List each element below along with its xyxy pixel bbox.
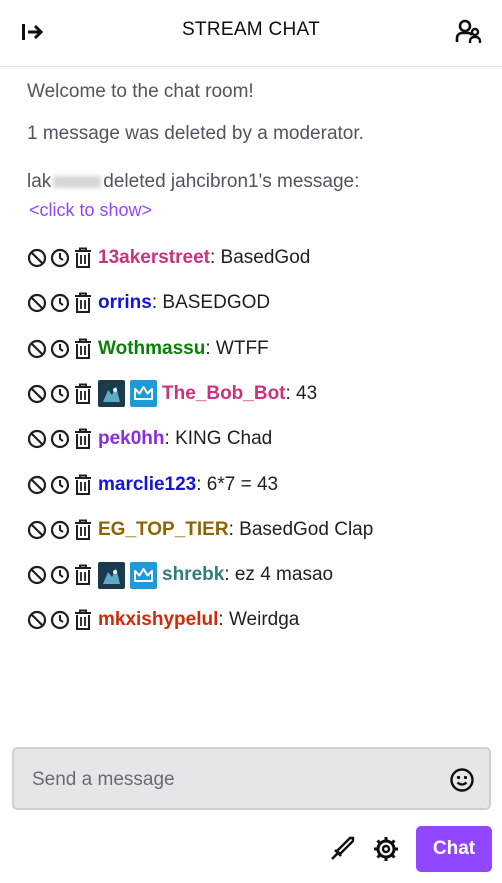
- timeout-clock-icon[interactable]: [50, 338, 70, 360]
- timeout-clock-icon[interactable]: [50, 292, 70, 314]
- chat-username[interactable]: mkxishypelul: [98, 609, 218, 631]
- chat-message: marclie123: 6*7 = 43: [27, 470, 278, 500]
- sword-icon[interactable]: [327, 834, 357, 864]
- redacted-name: [53, 175, 102, 188]
- trash-icon[interactable]: [73, 564, 93, 586]
- chat-message-text: : BasedGod Clap: [228, 518, 374, 540]
- send-chat-button[interactable]: Chat: [416, 826, 492, 872]
- chat-username[interactable]: Wothmassu: [98, 338, 205, 360]
- chat-header: STREAM CHAT: [0, 0, 502, 67]
- community-icon[interactable]: [454, 17, 484, 47]
- chat-username[interactable]: 13akerstreet: [98, 247, 210, 269]
- chat-message-text: : 6*7 = 43: [196, 473, 279, 495]
- bot-badge-icon: [98, 380, 125, 408]
- trash-icon[interactable]: [73, 609, 93, 631]
- trash-icon[interactable]: [73, 292, 93, 314]
- chat-message: Wothmassu: WTFF: [27, 334, 269, 364]
- moderation-actions: [27, 609, 93, 631]
- ban-icon[interactable]: [27, 519, 47, 541]
- chat-message-text: : BASEDGOD: [151, 292, 271, 314]
- ban-icon[interactable]: [27, 338, 47, 360]
- chat-message: The_Bob_Bot: 43: [27, 379, 317, 409]
- chat-username[interactable]: EG_TOP_TIER: [98, 519, 229, 541]
- deletion-text: deleted jahcibron1's message:: [103, 171, 360, 192]
- crown-badge-icon: [130, 561, 157, 589]
- ban-icon[interactable]: [27, 564, 47, 586]
- chat-message: EG_TOP_TIER: BasedGod Clap: [27, 515, 373, 545]
- moderator-name: lak: [27, 171, 52, 192]
- message-input[interactable]: [30, 749, 434, 810]
- chat-message-text: : BasedGod: [209, 247, 311, 268]
- timeout-clock-icon[interactable]: [50, 519, 70, 541]
- deleted-notice: 1 message was deleted by a moderator.: [27, 123, 364, 144]
- moderation-actions: [27, 338, 93, 360]
- crown-badge-icon: [130, 380, 157, 408]
- smiley-icon[interactable]: [449, 767, 475, 793]
- moderator-deletion-notice: lak deleted jahcibron1's message:: [27, 171, 359, 193]
- chat-message: shrebk: ez 4 masao: [27, 560, 333, 590]
- chat-title: STREAM CHAT: [181, 19, 321, 40]
- gear-icon[interactable]: [371, 834, 401, 864]
- ban-icon[interactable]: [27, 383, 47, 405]
- ban-icon[interactable]: [27, 428, 47, 450]
- chat-username[interactable]: pek0hh: [98, 428, 165, 450]
- timeout-clock-icon[interactable]: [50, 474, 70, 496]
- chat-username[interactable]: orrins: [98, 292, 152, 314]
- timeout-clock-icon[interactable]: [50, 383, 70, 405]
- message-input-box: [12, 747, 491, 810]
- welcome-message: Welcome to the chat room!: [27, 81, 254, 102]
- chat-message-text: : Weirdga: [218, 609, 300, 631]
- moderation-actions: [27, 474, 93, 496]
- moderation-actions: [27, 519, 93, 541]
- chat-message-text: : WTFF: [205, 337, 269, 359]
- trash-icon[interactable]: [73, 338, 93, 360]
- click-to-show-link[interactable]: <click to show>: [29, 200, 152, 221]
- moderation-actions: [27, 383, 93, 405]
- trash-icon[interactable]: [73, 383, 93, 405]
- trash-icon[interactable]: [73, 519, 93, 541]
- chat-message-text: : 43: [285, 382, 318, 404]
- chat-message: mkxishypelul: Weirdga: [27, 605, 299, 635]
- chat-username[interactable]: marclie123: [98, 474, 196, 496]
- moderation-actions: [27, 564, 93, 586]
- moderation-actions: [27, 247, 93, 269]
- trash-icon[interactable]: [73, 474, 93, 496]
- chat-message-text: : ez 4 masao: [224, 564, 334, 586]
- moderation-actions: [27, 292, 93, 314]
- timeout-clock-icon[interactable]: [50, 609, 70, 631]
- trash-icon[interactable]: [73, 247, 93, 269]
- chat-message: 13akerstreet: BasedGod: [27, 243, 310, 273]
- ban-icon[interactable]: [27, 474, 47, 496]
- ban-icon[interactable]: [27, 292, 47, 314]
- chat-message: pek0hh: KING Chad: [27, 424, 272, 454]
- chat-username[interactable]: shrebk: [162, 564, 224, 586]
- timeout-clock-icon[interactable]: [50, 428, 70, 450]
- ban-icon[interactable]: [27, 247, 47, 269]
- chat-username[interactable]: The_Bob_Bot: [162, 383, 286, 405]
- chat-message: orrins: BASEDGOD: [27, 288, 270, 318]
- timeout-clock-icon[interactable]: [50, 564, 70, 586]
- timeout-clock-icon[interactable]: [50, 247, 70, 269]
- chat-message-text: : KING Chad: [164, 428, 273, 450]
- moderation-actions: [27, 428, 93, 450]
- ban-icon[interactable]: [27, 609, 47, 631]
- bot-badge-icon: [98, 561, 125, 589]
- trash-icon[interactable]: [73, 428, 93, 450]
